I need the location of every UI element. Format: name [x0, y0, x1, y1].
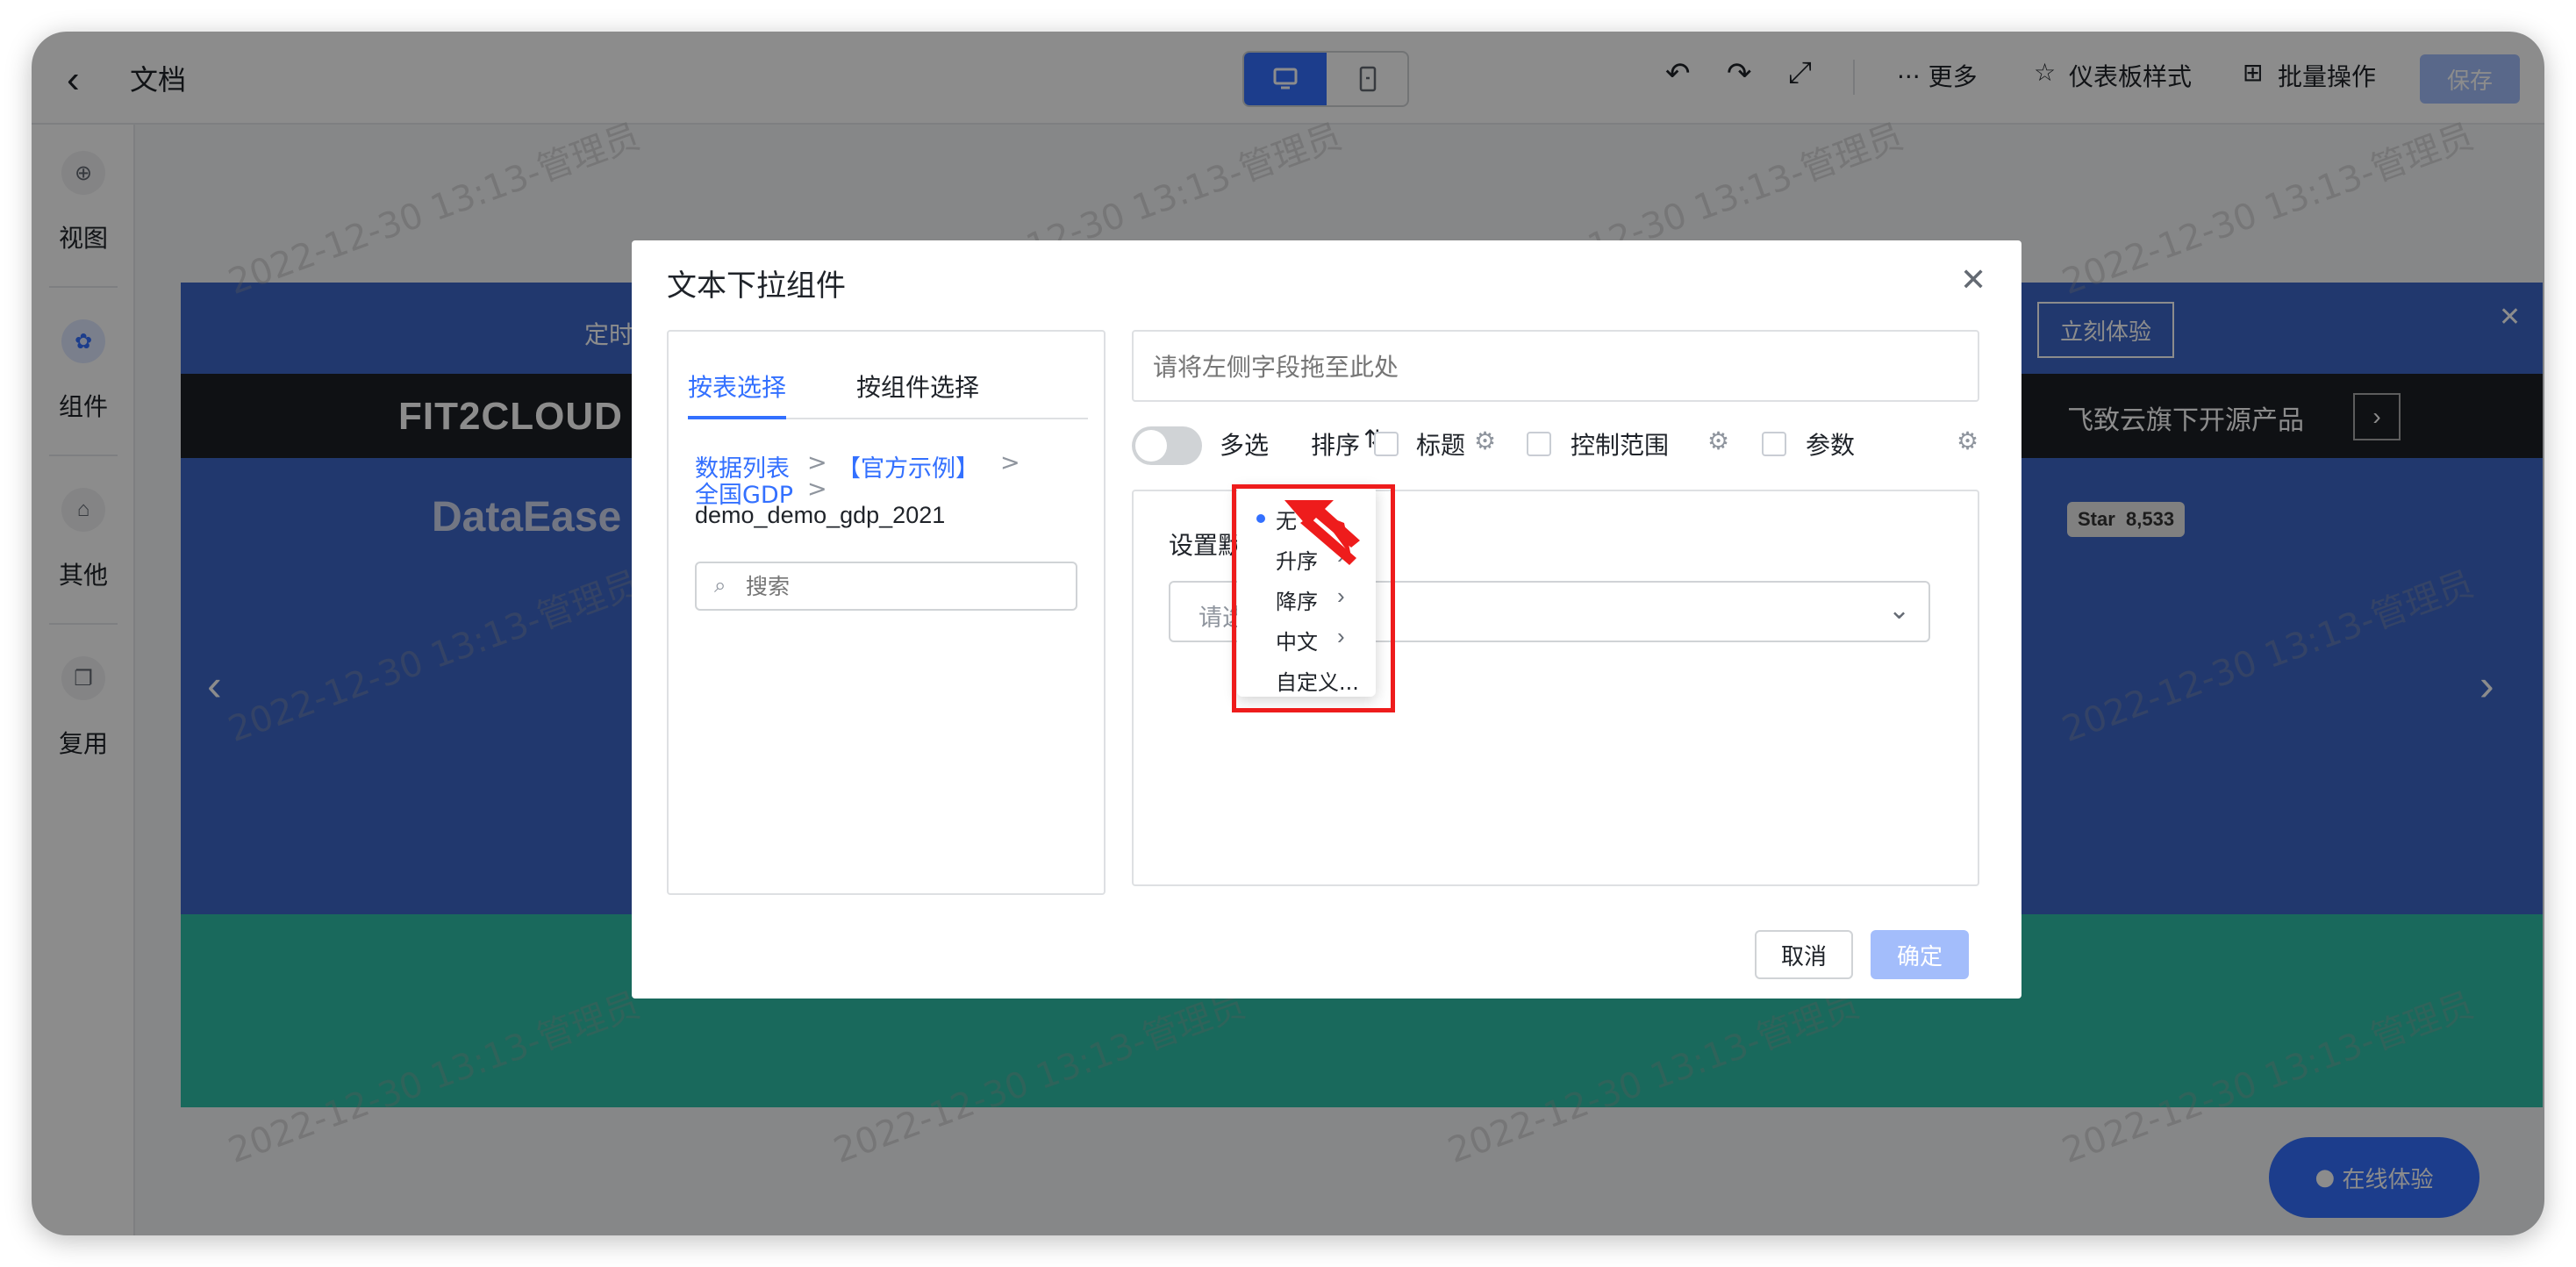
gear-icon[interactable]: ⚙ [1474, 426, 1496, 455]
multi-select-label: 多选 [1220, 431, 1270, 460]
close-icon[interactable]: ✕ [1960, 261, 1986, 298]
confirm-button[interactable]: 确定 [1871, 930, 1969, 979]
chevron-down-icon: ⌄ [1888, 596, 1911, 625]
switch-knob [1135, 430, 1167, 462]
search-input[interactable] [746, 570, 1062, 602]
search-icon: ⌕ [714, 574, 726, 598]
breadcrumb-table-name: demo_demo_gdp_2021 [695, 502, 946, 528]
control-range-label: 控制范围 [1571, 431, 1670, 460]
breadcrumb-separator: > [1000, 449, 1020, 476]
sort-button[interactable]: 排序 [1311, 426, 1360, 462]
cancel-button[interactable]: 取消 [1755, 930, 1853, 979]
params-label: 参数 [1806, 431, 1856, 460]
gear-icon[interactable]: ⚙ [1707, 426, 1729, 455]
drop-zone-input[interactable] [1153, 349, 1943, 384]
field-drop-zone [1132, 330, 1979, 402]
active-tab-indicator [688, 416, 786, 419]
title-checkbox[interactable] [1374, 432, 1399, 456]
breadcrumb-separator: > [807, 449, 827, 476]
breadcrumb-separator: > [807, 476, 827, 503]
field-source-panel: 按表选择 按组件选择 数据列表 > 【官方示例】 > 全国GDP > demo_… [667, 330, 1106, 895]
annotation-highlight-box [1232, 484, 1395, 712]
tab-by-component[interactable]: 按组件选择 [856, 369, 979, 404]
field-search: ⌕ [695, 562, 1077, 611]
control-range-checkbox[interactable] [1527, 432, 1551, 456]
params-checkbox[interactable] [1762, 432, 1786, 456]
app-window: ‹ 文档 ↶ ↷ ⤢ ··· 更多 ☆ 仪表板样式 ⊞ 批量操作 保存 ⊕ 视图… [32, 32, 2544, 1235]
gear-icon[interactable]: ⚙ [1957, 426, 1979, 455]
breadcrumb-official-example[interactable]: 【官方示例】 [837, 449, 979, 483]
multi-select-switch[interactable] [1132, 426, 1202, 465]
tab-by-table[interactable]: 按表选择 [688, 369, 786, 404]
title-label: 标题 [1416, 431, 1466, 460]
dialog-title: 文本下拉组件 [667, 268, 846, 304]
text-dropdown-dialog: 文本下拉组件 ✕ 按表选择 按组件选择 数据列表 > 【官方示例】 > 全国GD… [632, 240, 2021, 999]
